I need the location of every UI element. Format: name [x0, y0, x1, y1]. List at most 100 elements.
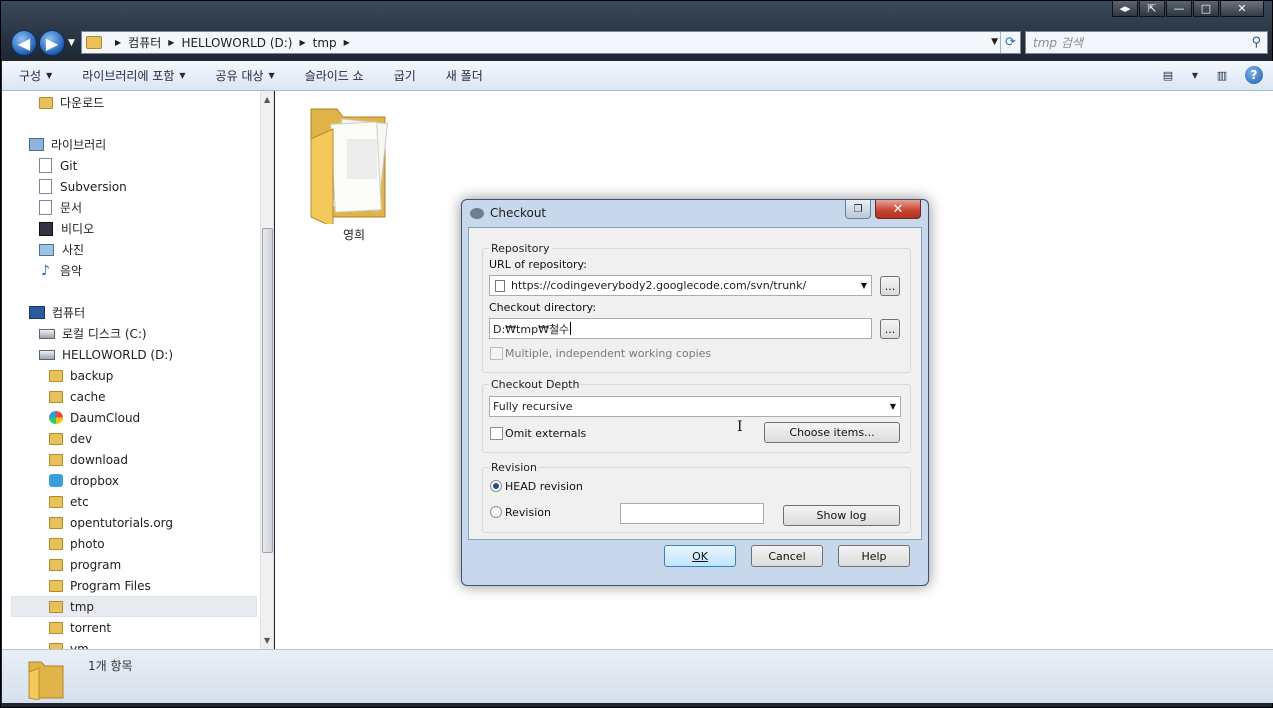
dialog-close-button[interactable]: ✕ [875, 200, 921, 219]
back-arrow-icon: ◀ [17, 33, 31, 53]
checkout-depth-select[interactable]: Fully recursive ▼ [489, 396, 901, 417]
url-combobox[interactable]: https://codingeverybody2.googlecode.com/… [489, 275, 872, 296]
folder-icon [49, 369, 63, 382]
folder-icon [49, 516, 63, 529]
new-folder-button[interactable]: 새 폴더 [446, 67, 483, 84]
help-button[interactable]: Help [838, 545, 910, 567]
sidebar-item-helloworld-drive[interactable]: HELLOWORLD (D:) [39, 344, 173, 365]
breadcrumb-separator-icon[interactable]: ▶ [168, 38, 174, 47]
breadcrumb-tmp[interactable]: tmp [313, 36, 337, 50]
sidebar-item-torrent[interactable]: torrent [49, 617, 111, 638]
browse-url-button[interactable]: ... [880, 276, 900, 296]
sidebar-item-vm[interactable]: vm [49, 638, 89, 649]
view-dropdown-icon[interactable]: ▼ [1191, 66, 1199, 84]
sidebar-item-photo[interactable]: photo [49, 533, 105, 554]
sidebar-item-videos[interactable]: 비디오 [39, 218, 94, 239]
breadcrumb-drive[interactable]: HELLOWORLD (D:) [181, 36, 292, 50]
sidebar-item-cache[interactable]: cache [49, 386, 106, 407]
organize-menu[interactable]: 구성 ▼ [19, 67, 52, 84]
folder-name[interactable]: 영희 [343, 226, 365, 243]
sidebar-item-daumcloud[interactable]: DaumCloud [49, 407, 140, 428]
breadcrumb-separator-icon[interactable]: ▶ [115, 38, 121, 47]
share-with-label: 공유 대상 [215, 69, 264, 83]
checkout-depth-group-title: Checkout Depth [489, 378, 582, 391]
browse-directory-button[interactable]: ... [880, 319, 900, 339]
sidebar-item-local-disk[interactable]: 로컬 디스크 (C:) [39, 323, 147, 344]
scroll-down-icon[interactable]: ▼ [264, 636, 270, 645]
folder-icon [86, 36, 102, 49]
checkout-directory-input[interactable]: D:₩tmp₩철수 [489, 318, 872, 339]
sidebar-item-label: opentutorials.org [70, 515, 174, 530]
folder-item-yeonghui[interactable] [307, 99, 397, 228]
sidebar-item-download[interactable]: download [49, 449, 128, 470]
minimize-button[interactable]: — [1166, 1, 1192, 17]
ok-button[interactable]: OK [664, 545, 736, 567]
breadcrumb-computer[interactable]: 컴퓨터 [128, 34, 161, 51]
sidebar-item-libraries[interactable]: 라이브러리 [29, 134, 106, 155]
cancel-button[interactable]: Cancel [751, 545, 823, 567]
revision-radio[interactable] [490, 506, 502, 518]
search-input[interactable]: tmp 검색 ⚲ [1025, 31, 1268, 54]
sidebar-item-music[interactable]: ♪ 음악 [39, 260, 82, 281]
window-close-button[interactable]: ✕ [1220, 1, 1264, 17]
scrollbar-thumb[interactable] [262, 228, 273, 553]
url-label: URL of repository: [489, 258, 587, 271]
sidebar-item-git[interactable]: Git [39, 155, 77, 176]
sidebar-item-tmp[interactable]: tmp [11, 596, 257, 617]
preview-pane-icon[interactable]: ▥ [1213, 66, 1231, 84]
sidebar-item-label: torrent [70, 620, 112, 635]
revision-input[interactable] [620, 503, 764, 524]
checkout-directory-value: D:₩tmp₩철수 [493, 322, 570, 336]
address-bar[interactable]: ▶ 컴퓨터 ▶ HELLOWORLD (D:) ▶ tmp ▶ ▼ ⟳ [81, 31, 1021, 54]
repository-group-title: Repository [489, 242, 552, 255]
omit-externals-checkbox[interactable] [490, 427, 503, 440]
help-icon[interactable]: ? [1245, 66, 1263, 84]
scroll-up-icon[interactable]: ▲ [264, 95, 270, 104]
sidebar-item-program-files[interactable]: Program Files [49, 575, 151, 596]
dialog-body: Repository URL of repository: https://co… [468, 227, 922, 540]
sidebar-item-computer[interactable]: 컴퓨터 [29, 302, 85, 323]
window-snap-icon[interactable]: ⇱ [1139, 1, 1165, 17]
multiple-working-copies-checkbox[interactable] [490, 347, 503, 360]
search-icon[interactable]: ⚲ [1251, 35, 1261, 50]
sidebar-item-opentutorials[interactable]: opentutorials.org [49, 512, 173, 533]
refresh-icon[interactable]: ⟳ [1000, 32, 1020, 53]
show-log-button[interactable]: Show log [783, 505, 900, 526]
sidebar-item-etc[interactable]: etc [49, 491, 89, 512]
include-in-library-menu[interactable]: 라이브러리에 포함 ▼ [82, 67, 185, 84]
sidebar-item-downloads[interactable]: 다운로드 [39, 92, 104, 113]
choose-items-button[interactable]: Choose items... [764, 422, 900, 443]
forward-button[interactable]: ▶ [39, 30, 65, 56]
address-dropdown-icon[interactable]: ▼ [991, 37, 998, 47]
sidebar-item-label: 로컬 디스크 (C:) [62, 327, 147, 341]
slideshow-button[interactable]: 슬라이드 쇼 [305, 67, 364, 84]
sidebar-scrollbar[interactable]: ▲ ▼ [260, 91, 273, 649]
head-revision-radio[interactable] [490, 480, 502, 492]
recent-pages-dropdown-icon[interactable]: ▼ [68, 38, 75, 48]
dropbox-icon [49, 474, 63, 487]
search-placeholder: tmp 검색 [1033, 36, 1083, 50]
sidebar-item-subversion[interactable]: Subversion [39, 176, 127, 197]
sidebar-item-dev[interactable]: dev [49, 428, 92, 449]
url-doc-icon [495, 279, 505, 292]
sidebar-item-backup[interactable]: backup [49, 365, 113, 386]
window-resize-icon[interactable]: ◂▸ [1112, 1, 1138, 17]
drive-icon [39, 349, 55, 360]
view-options-icon[interactable]: ▤ [1159, 66, 1177, 84]
sidebar-item-pictures[interactable]: 사진 [39, 239, 84, 260]
back-button[interactable]: ◀ [11, 30, 37, 56]
sidebar-item-label: vm [70, 641, 89, 650]
sidebar-item-dropbox[interactable]: dropbox [49, 470, 119, 491]
dialog-restore-button[interactable]: ❐ [845, 200, 871, 219]
burn-button[interactable]: 굽기 [394, 67, 416, 84]
sidebar-item-documents[interactable]: 문서 [39, 197, 82, 218]
folder-icon [49, 537, 63, 550]
breadcrumb-separator-icon[interactable]: ▶ [344, 38, 350, 47]
breadcrumb-separator-icon[interactable]: ▶ [299, 38, 305, 47]
text-caret [570, 322, 572, 335]
share-with-menu[interactable]: 공유 대상 ▼ [216, 67, 275, 84]
chevron-down-icon[interactable]: ▼ [890, 402, 896, 411]
chevron-down-icon[interactable]: ▼ [861, 281, 867, 290]
maximize-button[interactable]: □ [1193, 1, 1219, 17]
sidebar-item-program[interactable]: program [49, 554, 121, 575]
